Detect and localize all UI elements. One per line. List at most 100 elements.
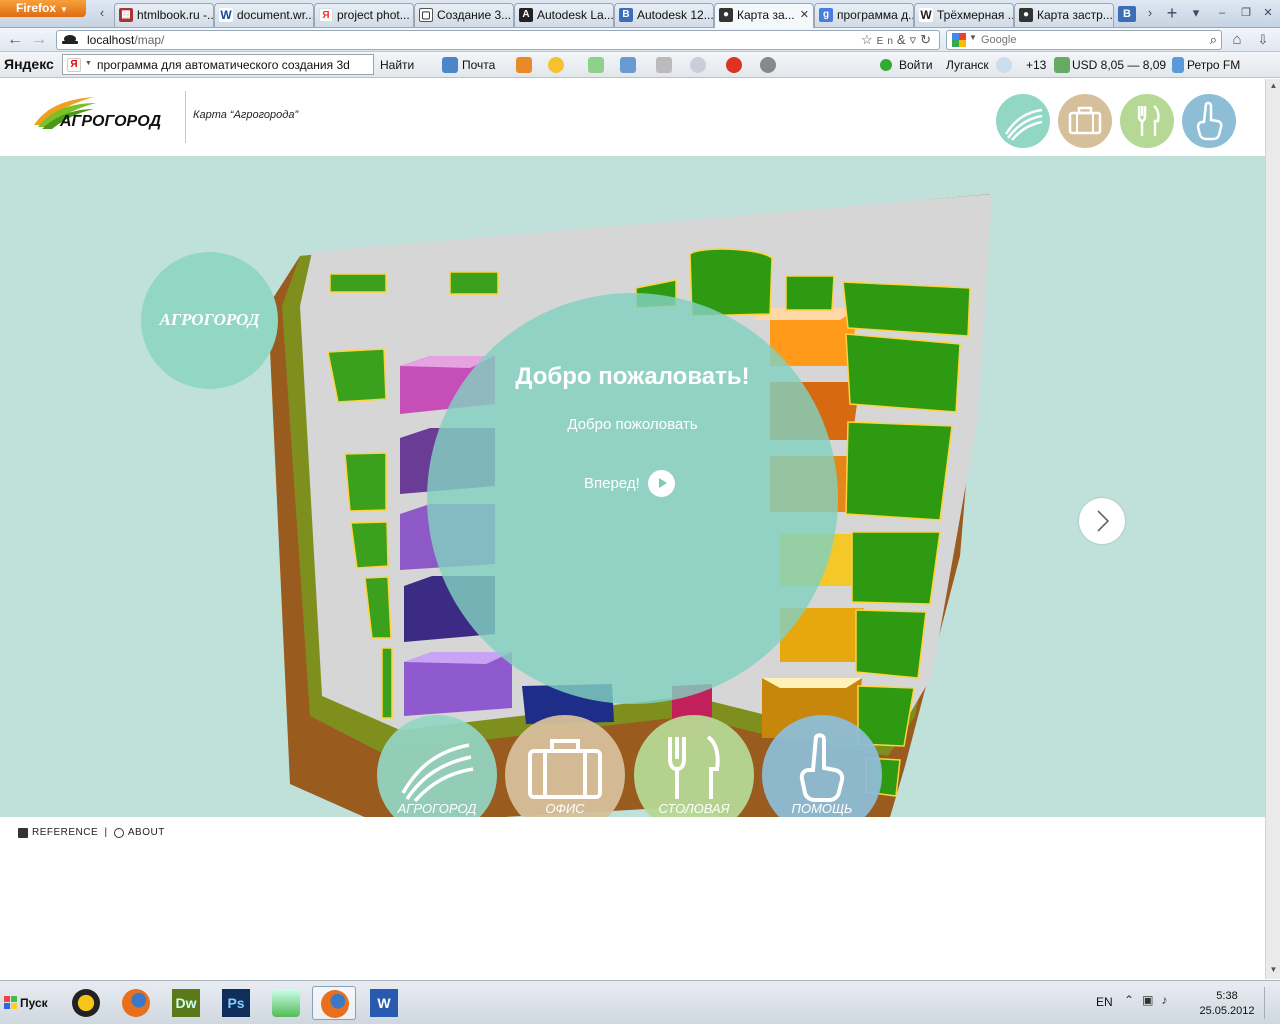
tabs-scroll-left-icon[interactable]: ‹: [94, 4, 110, 22]
mail-button[interactable]: Почта: [462, 58, 495, 72]
forward-button[interactable]: Вперед!: [584, 469, 675, 499]
taskbar-firefox[interactable]: [114, 986, 158, 1020]
scroll-up-icon[interactable]: ▲: [1267, 79, 1280, 93]
page: АГРОГОРОД Карта “Агрогорода” АГРОГОРОД Д…: [0, 79, 1265, 979]
tab-htmlbook[interactable]: ▦ htmlbook.ru -...: [114, 3, 214, 27]
header-help-button[interactable]: [1182, 94, 1236, 148]
yandex-search-input[interactable]: Я ▼ программа для автоматического создан…: [62, 54, 374, 75]
clock-date: 25.05.2012: [1199, 1005, 1255, 1017]
reload-icon[interactable]: ↻: [920, 32, 935, 47]
taskbar-dreamweaver[interactable]: Dw: [164, 986, 208, 1020]
ampersand-icon[interactable]: &: [897, 32, 910, 47]
bookmark-star-icon[interactable]: ☆: [861, 32, 877, 47]
search-icon[interactable]: ⌕: [1210, 31, 1217, 49]
agrogorod-badge[interactable]: АГРОГОРОД: [141, 252, 278, 389]
w-icon: W: [219, 8, 233, 22]
network-icon[interactable]: ▣: [1142, 993, 1161, 1007]
star-icon[interactable]: [548, 57, 564, 73]
weather-temperature[interactable]: +13: [1026, 58, 1046, 72]
htmlbook-icon: ▦: [119, 8, 133, 22]
download-icon[interactable]: ⇩: [1252, 30, 1274, 50]
tab-document-write[interactable]: Wdocument.wr...: [214, 3, 314, 27]
reference-link[interactable]: REFERENCE: [32, 827, 98, 838]
show-hidden-icons-icon[interactable]: ⌃: [1124, 993, 1142, 1007]
search-engine-dropdown-icon[interactable]: ▼: [969, 33, 977, 42]
weather-icon: [996, 57, 1012, 73]
tab-title: document.wr...: [237, 8, 314, 22]
firefox-menu-button[interactable]: Firefox ▼: [0, 0, 86, 17]
currency-rate[interactable]: USD 8,05 — 8,09: [1072, 58, 1166, 72]
google-icon: [952, 33, 966, 47]
yandex-logo[interactable]: Яндекс: [4, 56, 54, 72]
menu-canteen-button[interactable]: СТОЛОВАЯ: [634, 715, 754, 817]
show-desktop-button[interactable]: [1264, 987, 1278, 1019]
taskbar-photoshop[interactable]: Ps: [214, 986, 258, 1020]
comment-icon[interactable]: [690, 57, 706, 73]
tab-karta-active[interactable]: ● Карта за... ✕: [714, 3, 814, 28]
header-office-button[interactable]: [1058, 94, 1112, 148]
taskbar-app[interactable]: [264, 986, 308, 1020]
volume-icon[interactable]: ♪: [1161, 993, 1175, 1007]
gear-icon[interactable]: [760, 57, 776, 73]
minimize-icon[interactable]: –: [1214, 4, 1230, 22]
tab-trehmernaya[interactable]: W Трёхмерная ...: [914, 3, 1014, 27]
language-indicator[interactable]: EN: [1096, 995, 1113, 1009]
taskbar-firefox-active[interactable]: [312, 986, 356, 1020]
security-icon[interactable]: [726, 57, 742, 73]
back-icon[interactable]: ←: [4, 30, 26, 50]
browser-tab-bar: Firefox ▼ ‹ ▦ htmlbook.ru -... Wdocument.w…: [0, 0, 1280, 28]
vk-tab-icon[interactable]: B: [1118, 6, 1136, 22]
new-tab-icon[interactable]: +: [1164, 4, 1180, 22]
yandex-icon: Я: [67, 58, 81, 72]
scroll-down-icon[interactable]: ▼: [1267, 963, 1280, 977]
currency-icon: [1054, 57, 1070, 73]
home-icon[interactable]: ⌂: [1226, 30, 1248, 50]
dropdown-arrow-icon[interactable]: ▿: [910, 32, 921, 47]
agrogorod-logo[interactable]: АГРОГОРОД: [32, 93, 162, 133]
menu-agrogorod-button[interactable]: АГРОГОРОД: [377, 715, 497, 817]
list-tabs-icon[interactable]: ▾: [1188, 4, 1204, 22]
search-input[interactable]: [981, 31, 1191, 49]
close-tab-icon[interactable]: ✕: [800, 4, 809, 26]
close-window-icon[interactable]: ✕: [1260, 4, 1276, 22]
key-icon: [880, 59, 892, 71]
magnifier-icon: [113, 827, 124, 838]
about-link[interactable]: ABOUT: [128, 827, 165, 838]
tab-sozdanie[interactable]: ▢ Создание 3...: [414, 3, 514, 27]
tabs-scroll-right-icon[interactable]: ›: [1142, 4, 1158, 22]
menu-label: ОФИС: [545, 801, 585, 816]
translate-icon[interactable]: [620, 57, 636, 73]
spellcheck-icon[interactable]: [588, 57, 604, 73]
menu-office-button[interactable]: ОФИС: [505, 715, 625, 817]
clock[interactable]: 5:38 25.05.2012: [1196, 989, 1258, 1019]
header-agrogorod-button[interactable]: [996, 94, 1050, 148]
radio-station[interactable]: Ретро FM: [1187, 58, 1240, 72]
tab-autodesk-labs[interactable]: A Autodesk La...: [514, 3, 614, 27]
city-label[interactable]: Луганск: [946, 58, 989, 72]
tab-project-photo[interactable]: Яproject phot...: [314, 3, 414, 27]
translate-icon[interactable]: En: [877, 36, 897, 47]
yandex-find-button[interactable]: Найти: [380, 58, 414, 72]
tab-karta-zastroiki[interactable]: ● Карта застр...: [1014, 3, 1114, 27]
vertical-scrollbar[interactable]: ▲ ▼: [1265, 79, 1280, 979]
tab-autodesk-12[interactable]: B Autodesk 12...: [614, 3, 714, 27]
start-button[interactable]: Пуск: [2, 989, 54, 1017]
address-bar[interactable]: localhost/map/ ☆En&▿↻: [56, 30, 940, 50]
taskbar-aimp[interactable]: [64, 986, 108, 1020]
taskbar-word[interactable]: W: [362, 986, 406, 1020]
search-bar: ▼ ⌕: [946, 30, 1222, 50]
firefox-icon: [321, 990, 349, 1018]
dropdown-arrow-icon[interactable]: ▼: [85, 60, 92, 67]
menu-help-button[interactable]: ПОМОЩЬ: [762, 715, 882, 817]
yandex-icon: Я: [319, 8, 333, 22]
next-slide-button[interactable]: [1079, 498, 1125, 544]
bookmarks-icon[interactable]: [516, 57, 532, 73]
login-button[interactable]: Войти: [899, 58, 933, 72]
tools-icon[interactable]: [656, 57, 672, 73]
maximize-icon[interactable]: ❐: [1238, 4, 1254, 22]
tab-programma[interactable]: g программа д...: [814, 3, 914, 27]
forward-nav-icon[interactable]: →: [28, 30, 50, 50]
header-canteen-button[interactable]: [1120, 94, 1174, 148]
radio-icon: [1172, 57, 1184, 73]
url-actions: ☆En&▿↻: [861, 31, 935, 51]
